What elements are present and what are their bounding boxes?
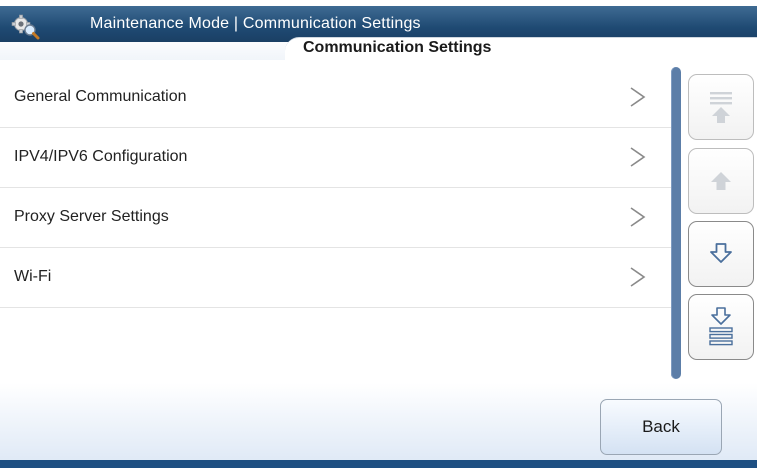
settings-list: General Communication IPV4/IPV6 Configur… bbox=[0, 68, 672, 308]
back-button[interactable]: Back bbox=[600, 399, 722, 455]
header: Maintenance Mode | Communication Setting… bbox=[0, 0, 757, 61]
list-item-label: IPV4/IPV6 Configuration bbox=[14, 148, 188, 165]
chevron-right-icon bbox=[630, 87, 646, 107]
list-item-label: Wi-Fi bbox=[14, 268, 52, 285]
tab-communication-settings: Communication Settings bbox=[285, 37, 757, 61]
list-item-label: General Communication bbox=[14, 88, 187, 105]
arrow-down-to-bottom-icon bbox=[709, 307, 733, 346]
scroll-up-button[interactable] bbox=[688, 148, 754, 214]
chevron-right-icon bbox=[630, 207, 646, 227]
list-item-wi-fi[interactable]: Wi-Fi bbox=[0, 248, 672, 308]
chevron-right-icon bbox=[630, 147, 646, 167]
scroll-down-button[interactable] bbox=[688, 221, 754, 287]
arrow-up-icon bbox=[711, 172, 731, 190]
scroll-to-top-button[interactable] bbox=[688, 74, 754, 140]
chevron-right-icon bbox=[630, 267, 646, 287]
arrow-up-to-top-icon bbox=[710, 92, 732, 123]
list-item-ipv4-ipv6-configuration[interactable]: IPV4/IPV6 Configuration bbox=[0, 128, 672, 188]
window-title: Maintenance Mode | Communication Setting… bbox=[90, 15, 421, 32]
tab-label: Communication Settings bbox=[303, 39, 492, 56]
list-item-proxy-server-settings[interactable]: Proxy Server Settings bbox=[0, 188, 672, 248]
list-item-general-communication[interactable]: General Communication bbox=[0, 68, 672, 128]
bottom-bar bbox=[0, 460, 757, 468]
scroll-to-bottom-button[interactable] bbox=[688, 294, 754, 360]
gear-magnifier-icon bbox=[11, 14, 40, 40]
scrollbar[interactable] bbox=[671, 67, 681, 379]
list-item-label: Proxy Server Settings bbox=[14, 208, 169, 225]
arrow-down-icon bbox=[710, 243, 732, 263]
